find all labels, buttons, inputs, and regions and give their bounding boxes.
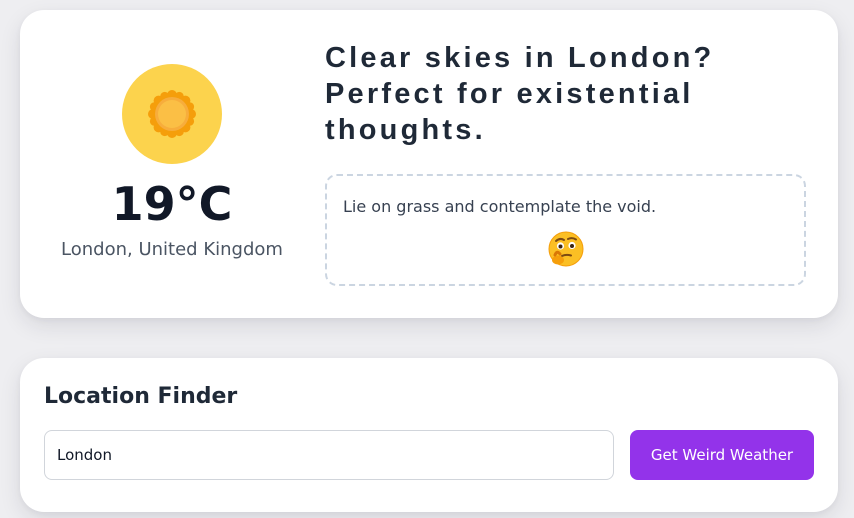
- sun-icon: [148, 90, 196, 138]
- suggestion-text: Lie on grass and contemplate the void.: [343, 197, 657, 216]
- temperature-value: 19°C: [111, 177, 233, 231]
- weather-headline: Clear skies in London? Perfect for exist…: [325, 42, 715, 146]
- location-input[interactable]: [44, 430, 614, 480]
- get-weird-weather-button[interactable]: Get Weird Weather: [630, 430, 814, 480]
- location-label: London, United Kingdom: [61, 239, 283, 260]
- weather-card: 19°C London, United Kingdom Clear skies …: [20, 10, 838, 318]
- location-finder-card: Location Finder Get Weird Weather: [20, 358, 838, 512]
- suggestion-box: Lie on grass and contemplate the void.: [325, 174, 806, 286]
- location-finder-title: Location Finder: [44, 384, 238, 409]
- weather-icon-badge: [122, 64, 222, 164]
- weather-summary: 19°C London, United Kingdom: [50, 10, 294, 318]
- thinking-face-icon: [547, 230, 585, 268]
